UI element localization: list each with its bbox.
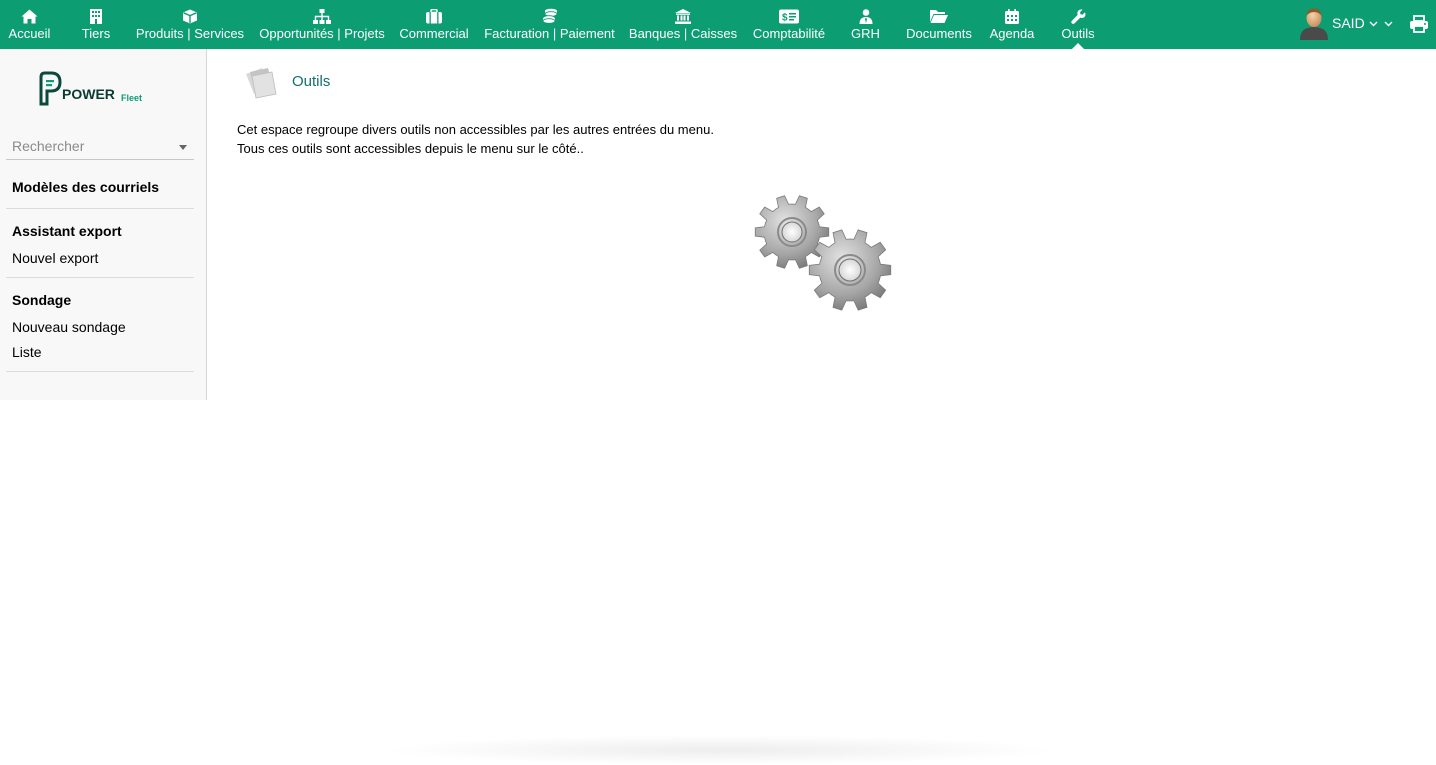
svg-text:Fleet: Fleet	[121, 93, 142, 103]
page-title: Outils	[292, 73, 331, 90]
nav-item-facturation-paiement[interactable]: Facturation | Paiement	[482, 0, 617, 49]
calendar-icon	[1005, 8, 1019, 24]
avatar	[1300, 8, 1328, 40]
nav-label-accueil: Accueil	[8, 26, 51, 41]
ledger-icon: $	[779, 8, 799, 24]
user-name: SAID	[1332, 15, 1365, 31]
nav-label-grh: GRH	[851, 26, 880, 41]
folder-open-icon	[930, 8, 948, 24]
nav-item-grh[interactable]: GRH	[848, 0, 883, 49]
menu-link-nouvel-export[interactable]: Nouvel export	[12, 250, 98, 266]
home-icon	[21, 8, 38, 24]
footer-shadow	[380, 735, 1060, 765]
menu-link-liste[interactable]: Liste	[12, 344, 42, 360]
search-select[interactable]	[6, 134, 194, 160]
nav-item-comptabilite[interactable]: $ Comptabilité	[750, 0, 828, 49]
bank-icon	[675, 8, 691, 24]
sidebar: POWER Fleet Modèles des courriels Assist…	[0, 49, 207, 400]
svg-text:$: $	[782, 12, 788, 23]
building-icon	[90, 8, 102, 24]
menu-divider	[6, 208, 194, 209]
gear-hole	[781, 221, 803, 243]
nav-item-commercial[interactable]: Commercial	[397, 0, 471, 49]
nav-item-agenda[interactable]: Agenda	[986, 0, 1038, 49]
print-icon[interactable]	[1409, 14, 1429, 34]
cube-icon	[182, 8, 198, 24]
nav-item-outils[interactable]: Outils	[1058, 0, 1098, 49]
nav-item-opportunites-projets[interactable]: Opportunités | Projets	[256, 0, 388, 49]
nav-item-documents[interactable]: Documents	[903, 0, 975, 49]
nav-item-tiers[interactable]: Tiers	[78, 0, 114, 49]
nav-label-facturation-paiement: Facturation | Paiement	[484, 26, 615, 41]
menu-title-assistant-export[interactable]: Assistant export	[12, 223, 122, 239]
menu-link-nouveau-sondage[interactable]: Nouveau sondage	[12, 319, 126, 335]
folders-icon	[246, 68, 277, 99]
nav-label-produits-services: Produits | Services	[135, 26, 245, 41]
gear-hole	[838, 258, 862, 282]
menu-title-modeles-courriels[interactable]: Modèles des courriels	[12, 179, 159, 195]
powerfleet-logo: POWER Fleet	[39, 71, 142, 106]
chevron-down-icon	[1369, 21, 1378, 26]
user-tie-icon	[859, 8, 873, 24]
sitemap-icon	[313, 8, 331, 24]
gears-icon	[754, 195, 892, 311]
menu-divider	[6, 371, 194, 372]
page-description-line-1: Cet espace regroupe divers outils non ac…	[237, 122, 714, 137]
page-description-line-2: Tous ces outils sont accessibles depuis …	[237, 141, 584, 156]
svg-text:POWER: POWER	[62, 86, 115, 102]
nav-item-accueil[interactable]: Accueil	[0, 0, 59, 49]
nav-label-comptabilite: Comptabilité	[752, 26, 826, 41]
menu-divider	[6, 277, 194, 278]
search-input[interactable]	[12, 138, 172, 154]
nav-label-commercial: Commercial	[399, 26, 469, 41]
coins-icon	[542, 8, 558, 24]
menu-title-sondage[interactable]: Sondage	[12, 292, 71, 308]
wrench-icon	[1070, 8, 1086, 24]
nav-label-tiers: Tiers	[81, 26, 111, 41]
dropdown-arrow-icon	[179, 145, 187, 150]
nav-label-documents: Documents	[906, 26, 972, 41]
suitcase-icon	[426, 8, 442, 24]
nav-label-opportunites-projets: Opportunités | Projets	[259, 26, 385, 41]
nav-label-outils: Outils	[1061, 26, 1095, 41]
nav-label-agenda: Agenda	[989, 26, 1035, 41]
chevron-down-icon	[1384, 21, 1393, 26]
nav-item-banques-caisses[interactable]: Banques | Caisses	[626, 0, 740, 49]
user-menu[interactable]: SAID	[1298, 6, 1393, 40]
nav-item-produits-services[interactable]: Produits | Services	[133, 0, 247, 49]
nav-label-banques-caisses: Banques | Caisses	[628, 26, 738, 41]
top-navigation-bar: Accueil Tiers Produits | Services Opport…	[0, 0, 1436, 49]
